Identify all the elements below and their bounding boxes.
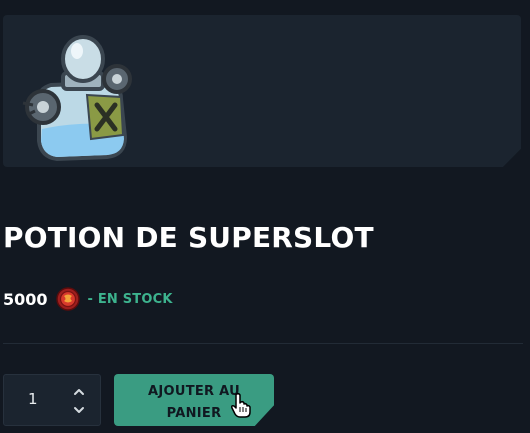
product-title: POTION DE SUPERSLOT	[3, 221, 374, 254]
chevron-up-icon[interactable]	[70, 385, 88, 399]
stock-status: - EN STOCK	[87, 291, 173, 307]
red-coin-icon	[55, 287, 80, 311]
potion-bottle-icon	[22, 35, 132, 162]
stepper-controls	[70, 385, 88, 417]
product-page: POTION DE SUPERSLOT 5000 - EN STOCK 1 AJ…	[0, 0, 530, 433]
add-to-cart-label: AJOUTER AU PANIER	[147, 384, 240, 421]
price-value: 5000	[3, 289, 48, 309]
divider	[3, 343, 523, 344]
add-to-cart-button[interactable]: AJOUTER AU PANIER	[114, 374, 274, 426]
product-image-card	[3, 15, 521, 167]
price-row: 5000 - EN STOCK	[3, 286, 173, 312]
quantity-stepper[interactable]: 1	[3, 374, 101, 426]
quantity-value[interactable]: 1	[28, 390, 38, 408]
chevron-down-icon[interactable]	[70, 403, 88, 417]
